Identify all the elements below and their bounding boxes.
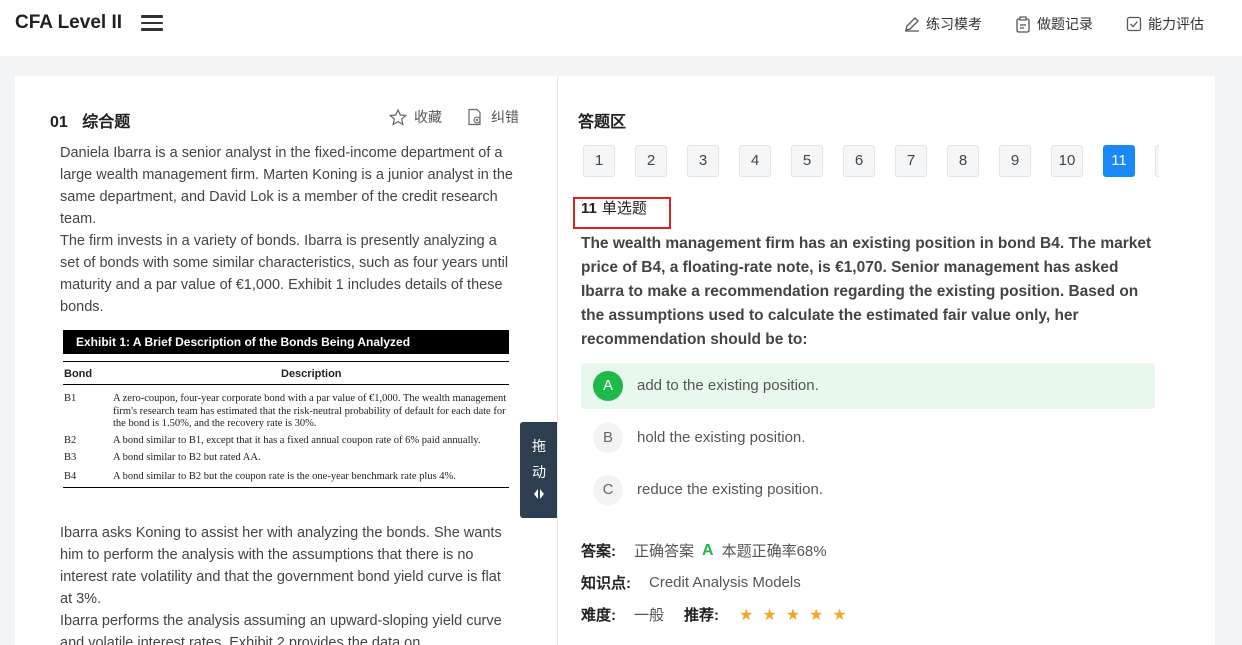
option-letter: A: [593, 371, 623, 401]
exhibit-header-row: Bond Description: [63, 361, 509, 385]
difficulty-value: 一般: [634, 607, 665, 624]
page-button-4[interactable]: 4: [739, 145, 771, 177]
option-c[interactable]: C reduce the existing position.: [581, 467, 1155, 513]
passage-bottom: Ibarra asks Koning to assist her with an…: [60, 522, 516, 645]
exhibit-bond: B2: [64, 434, 77, 446]
exhibit-col-bond: Bond: [64, 368, 93, 380]
star-icon: ★: [809, 606, 824, 624]
exhibit-row: B1 A zero-coupon, four-year corporate bo…: [63, 393, 509, 431]
check-square-icon: [1126, 16, 1142, 32]
page-button-9[interactable]: 9: [999, 145, 1031, 177]
favorite-label: 收藏: [414, 109, 442, 125]
question-card: 01 综合题 收藏 纠错 Daniela Ibarra is a senior …: [15, 76, 1215, 645]
passage-paragraph: The firm invests in a variety of bonds. …: [60, 233, 509, 315]
difficulty-label: 难度:: [581, 607, 616, 624]
correct-answer-letter: A: [702, 541, 714, 559]
exhibit-table: Exhibit 1: A Brief Description of the Bo…: [63, 330, 509, 488]
option-letter: C: [593, 475, 623, 505]
exhibit-description: A bond similar to B2 but the coupon rate…: [113, 470, 456, 482]
passage-paragraph: Ibarra asks Koning to assist her with an…: [60, 525, 502, 607]
top-bar: CFA Level II 练习模考 做题记录 能力评估: [0, 0, 1242, 56]
highlight-box: [573, 197, 671, 229]
page-button-next-partial[interactable]: [1155, 145, 1159, 177]
question-heading: 01 综合题: [50, 108, 130, 132]
question-type: 综合题: [82, 114, 131, 131]
resize-horizontal-icon: [534, 489, 544, 499]
exhibit-bond: B4: [64, 470, 77, 482]
option-text: add to the existing position.: [637, 377, 819, 394]
exhibit-bond: B1: [64, 393, 77, 404]
accuracy-rate: 本题正确率68%: [721, 543, 827, 560]
exhibit-bond: B3: [64, 452, 77, 463]
page-button-3[interactable]: 3: [687, 145, 719, 177]
report-error-icon: [468, 108, 481, 126]
option-letter: B: [593, 423, 623, 453]
star-icon: ★: [785, 606, 801, 624]
star-outline-icon: [389, 108, 407, 126]
drag-label-1: 拖: [532, 438, 546, 454]
exhibit-row: B2 A bond similar to B1, except that it …: [63, 435, 509, 448]
knowledge-label: 知识点:: [581, 575, 631, 592]
exhibit-description: A bond similar to B1, except that it has…: [113, 434, 481, 446]
exhibit-row: B3 A bond similar to B2 but rated AA.: [63, 452, 509, 465]
pane-divider: [557, 76, 558, 645]
nav-label: 做题记录: [1037, 16, 1093, 32]
exhibit-title: Exhibit 1: A Brief Description of the Bo…: [63, 330, 509, 354]
report-error-button[interactable]: 纠错: [466, 107, 519, 127]
recommend-label: 推荐:: [684, 607, 720, 624]
answer-area-title: 答题区: [578, 114, 627, 131]
nav-label: 能力评估: [1148, 16, 1204, 32]
pencil-icon: [905, 17, 919, 32]
page-button-5[interactable]: 5: [791, 145, 823, 177]
question-pager: 1 2 3 4 5 6 7 8 9 10 11: [583, 145, 1159, 179]
question-stem: The wealth management firm has an existi…: [581, 235, 1152, 348]
favorite-button[interactable]: 收藏: [389, 107, 442, 127]
page-button-6[interactable]: 6: [843, 145, 875, 177]
knowledge-row: 知识点: Credit Analysis Models: [581, 572, 801, 593]
difficulty-row: 难度: 一般 推荐: ★ ★ ★ ★ ★: [581, 604, 856, 625]
drag-handle[interactable]: 拖 动: [520, 422, 558, 518]
recommend-stars: ★ ★ ★ ★ ★: [739, 605, 856, 625]
exhibit-description: A bond similar to B2 but rated AA.: [113, 452, 261, 463]
star-icon: ★: [832, 606, 847, 624]
star-icon: ★: [739, 606, 754, 624]
answer-label: 答案:: [581, 543, 616, 560]
answer-info-row: 答案: 正确答案 A 本题正确率68%: [581, 540, 827, 561]
option-a[interactable]: A add to the existing position.: [581, 363, 1155, 409]
nav-ability-assessment[interactable]: 能力评估: [1126, 14, 1204, 34]
exhibit-col-description: Description: [281, 368, 342, 380]
passage-paragraph: Daniela Ibarra is a senior analyst in th…: [60, 145, 513, 227]
drag-label-2: 动: [532, 464, 546, 480]
option-text: hold the existing position.: [637, 429, 806, 446]
correct-answer-label: 正确答案: [634, 543, 695, 560]
page-button-1[interactable]: 1: [583, 145, 615, 177]
passage-top: Daniela Ibarra is a senior analyst in th…: [60, 142, 516, 318]
app-title: CFA Level II: [15, 12, 122, 33]
passage-paragraph: Ibarra performs the analysis assuming an…: [60, 613, 502, 645]
page-button-8[interactable]: 8: [947, 145, 979, 177]
option-b[interactable]: B hold the existing position.: [581, 415, 1155, 461]
clipboard-icon: [1016, 15, 1030, 33]
option-text: reduce the existing position.: [637, 481, 823, 498]
knowledge-point: Credit Analysis Models: [649, 574, 801, 591]
nav-practice-exam[interactable]: 练习模考: [904, 14, 982, 34]
page-button-10[interactable]: 10: [1051, 145, 1083, 177]
page-button-2[interactable]: 2: [635, 145, 667, 177]
nav-label: 练习模考: [926, 16, 982, 32]
page-button-11[interactable]: 11: [1103, 145, 1135, 177]
page-button-7[interactable]: 7: [895, 145, 927, 177]
star-icon: ★: [762, 606, 777, 624]
nav-answer-record[interactable]: 做题记录: [1015, 14, 1093, 34]
report-error-label: 纠错: [491, 109, 519, 125]
hamburger-menu-icon[interactable]: [141, 15, 163, 31]
exhibit-row: B4 A bond similar to B2 but the coupon r…: [63, 470, 509, 488]
question-number: 01: [50, 114, 68, 131]
exhibit-description: A zero-coupon, four-year corporate bond …: [113, 393, 507, 429]
